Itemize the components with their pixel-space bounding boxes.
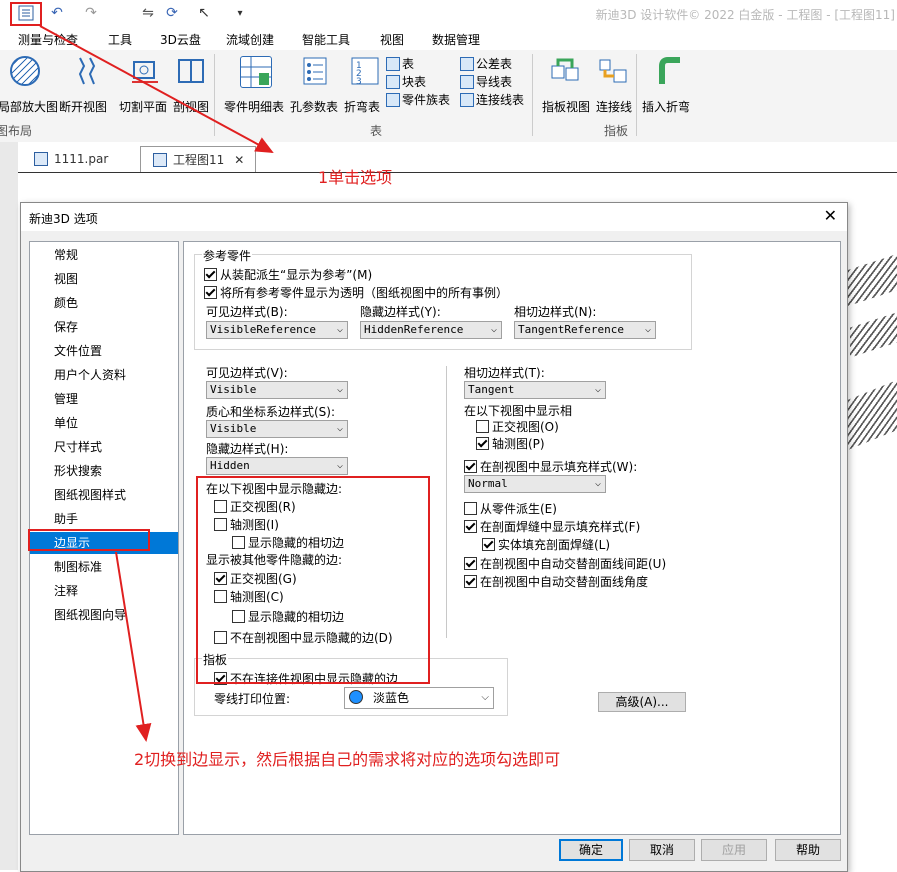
annotation-arrow-step1: [39, 25, 274, 153]
annotation-step1-text: 1单击选项: [318, 168, 393, 187]
annotation-step2-text: 2切换到边显示，然后根据自己的需求将对应的选项勾选即可: [134, 750, 561, 769]
annotation-arrow-step2: [115, 551, 152, 742]
annotation-arrows: [39, 25, 274, 742]
